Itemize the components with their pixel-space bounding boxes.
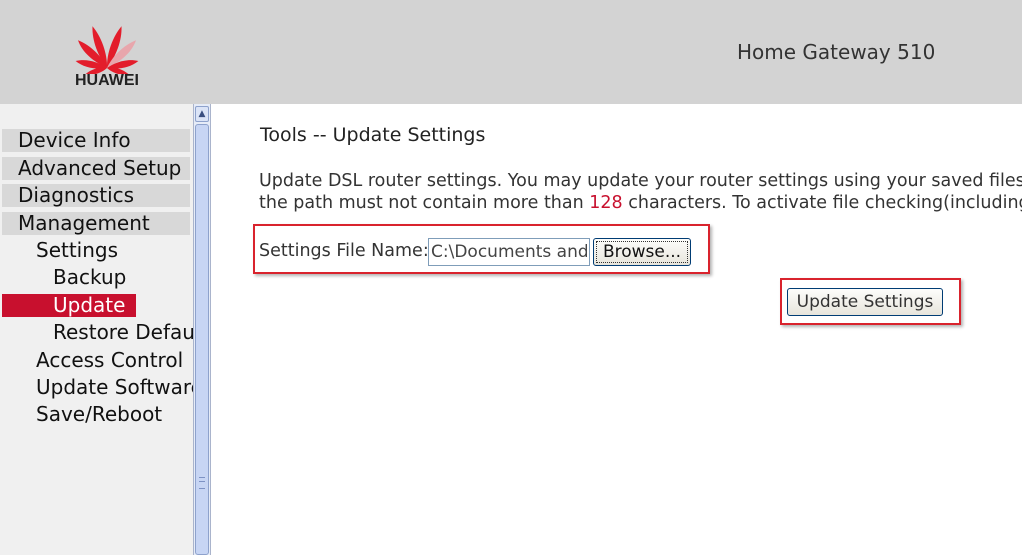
sidebar-menu: Device Info Advanced Setup Diagnostics M… [0,104,193,555]
sidebar-item-management[interactable]: Management [2,212,190,235]
huawei-flower-icon [75,26,139,75]
description-line-2-end: characters. To activate file checking(in… [622,193,1022,213]
sidebar-scrollbar[interactable]: ▲ [193,104,211,555]
settings-file-input[interactable] [428,238,590,266]
header-bar: HUAWEI Home Gateway 510 [0,0,1022,104]
huawei-logo: HUAWEI [62,10,152,94]
page-title: Tools -- Update Settings [260,124,486,146]
description-line-2-start: the path must not contain more than [259,193,590,213]
sidebar-item-update[interactable]: Update [2,294,136,317]
description-line-1: Update DSL router settings. You may upda… [259,171,1022,191]
scroll-grip-icon [199,477,205,489]
scroll-up-arrow-icon[interactable]: ▲ [195,106,209,122]
product-title: Home Gateway 510 [737,40,936,64]
brand-name: HUAWEI [75,72,139,89]
scroll-thumb[interactable] [195,124,209,555]
sidebar-item-diagnostics[interactable]: Diagnostics [2,184,190,207]
description-line-2: the path must not contain more than 128 … [259,193,1022,213]
sidebar-item-restore-default[interactable]: Restore Default [53,321,193,344]
sidebar-item-device-info[interactable]: Device Info [2,129,190,152]
sidebar-item-access-control[interactable]: Access Control [36,349,183,372]
update-settings-button[interactable]: Update Settings [787,288,943,316]
sidebar-item-advanced-setup[interactable]: Advanced Setup [2,157,190,180]
sidebar-item-update-software[interactable]: Update Software [36,376,193,399]
max-path-length: 128 [589,193,623,213]
sidebar-item-save-reboot[interactable]: Save/Reboot [36,403,162,426]
settings-file-label: Settings File Name: [259,241,429,261]
browse-button[interactable]: Browse... [593,238,691,266]
sidebar-item-backup[interactable]: Backup [53,266,126,289]
sidebar-item-settings[interactable]: Settings [36,239,118,262]
